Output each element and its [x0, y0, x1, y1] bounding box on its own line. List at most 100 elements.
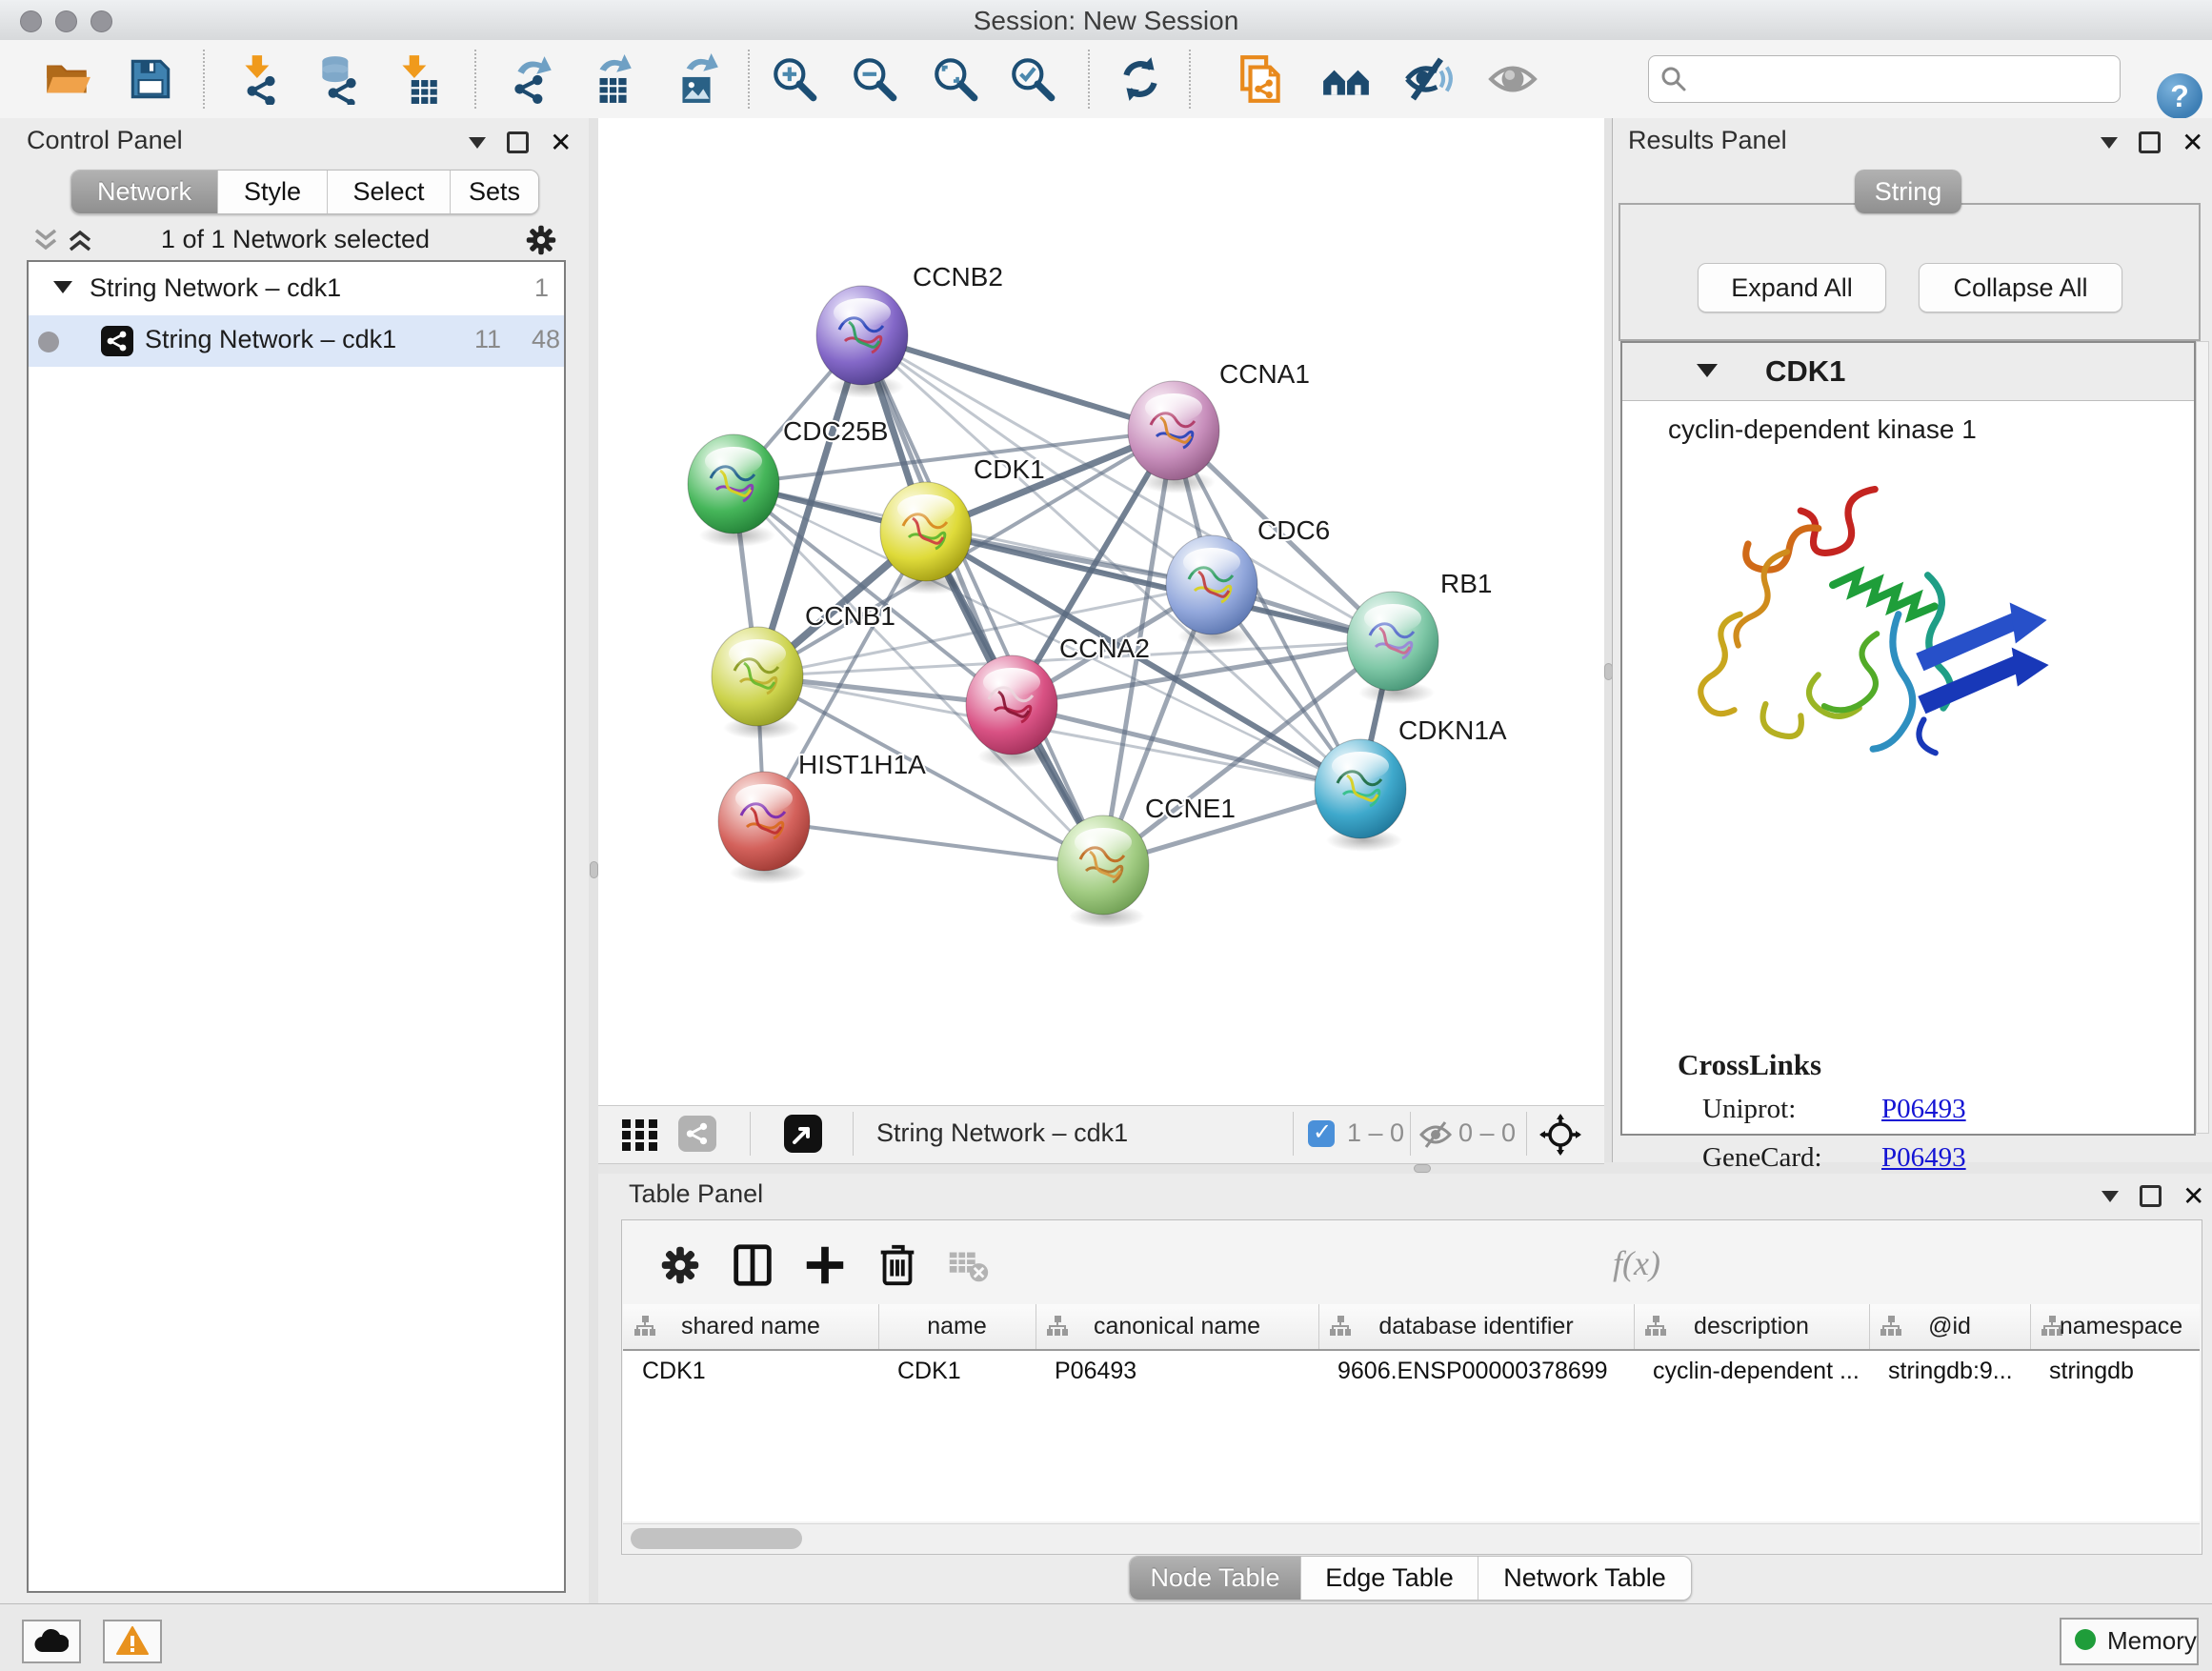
search-input[interactable]: [1695, 60, 2108, 96]
add-column-icon[interactable]: [801, 1241, 849, 1289]
column-header--id[interactable]: @id: [1869, 1304, 2031, 1349]
grid-view-icon[interactable]: [622, 1119, 660, 1152]
export-network-icon[interactable]: [506, 53, 557, 105]
column-header-namespace[interactable]: namespace: [2030, 1304, 2200, 1349]
network-row-selected[interactable]: String Network – cdk1 11 48: [29, 315, 564, 367]
collapse-all-icon[interactable]: [32, 227, 59, 253]
collapse-panel-icon[interactable]: [2101, 137, 2118, 149]
import-network-file-icon[interactable]: [234, 53, 286, 105]
status-bar: Memory: [0, 1603, 2212, 1671]
collapse-panel-icon[interactable]: [2101, 1191, 2119, 1202]
table-cell[interactable]: CDK1: [897, 1358, 1028, 1385]
export-table-icon[interactable]: [586, 53, 637, 105]
column-header-shared-name[interactable]: shared name: [623, 1304, 879, 1349]
tab-select[interactable]: Select: [328, 171, 451, 213]
column-header-database-identifier[interactable]: database identifier: [1318, 1304, 1635, 1349]
table-cell[interactable]: CDK1: [642, 1358, 871, 1385]
expand-all-icon[interactable]: [67, 227, 93, 253]
tab-style[interactable]: Style: [218, 171, 328, 213]
table-cell[interactable]: stringdb: [2049, 1358, 2200, 1385]
network-collection-row[interactable]: String Network – cdk1 1: [29, 264, 564, 315]
zoom-fit-icon[interactable]: [930, 53, 981, 105]
selected-checkbox-icon[interactable]: [1308, 1120, 1335, 1147]
crosslink-link[interactable]: P06493: [1881, 1142, 1966, 1174]
entry-expand-icon[interactable]: [1697, 364, 1718, 377]
warnings-button[interactable]: [103, 1620, 162, 1663]
open-session-icon[interactable]: [42, 53, 93, 105]
tree-expand-icon[interactable]: [53, 281, 72, 293]
edge-HIST1H1A-CCNE1[interactable]: [764, 821, 1103, 865]
collapse-panel-icon[interactable]: [469, 137, 486, 149]
table-horizontal-scrollbar[interactable]: [623, 1523, 2200, 1553]
export-image-icon[interactable]: [671, 53, 722, 105]
refresh-icon[interactable]: [1115, 53, 1166, 105]
import-table-icon[interactable]: [392, 53, 443, 105]
collapse-all-button[interactable]: Collapse All: [1919, 263, 2122, 312]
float-panel-icon[interactable]: [2140, 1185, 2162, 1207]
zoom-selected-icon[interactable]: [1007, 53, 1058, 105]
column-header-canonical-name[interactable]: canonical name: [1036, 1304, 1319, 1349]
vertical-splitter[interactable]: [589, 118, 598, 1603]
memory-button[interactable]: Memory: [2060, 1618, 2199, 1665]
results-scrollbar[interactable]: [2196, 341, 2209, 1134]
node-CDC6[interactable]: CDC6: [1166, 515, 1330, 648]
collection-count: 1: [534, 273, 549, 303]
expand-all-button[interactable]: Expand All: [1698, 263, 1886, 312]
network-node-count: 11: [474, 325, 501, 354]
table-header-row: shared namenamecanonical namedatabase id…: [623, 1304, 2200, 1351]
node-RB1[interactable]: RB1: [1347, 569, 1492, 704]
close-panel-icon[interactable]: [550, 133, 572, 152]
tab-edge-table[interactable]: Edge Table: [1301, 1557, 1478, 1600]
delete-table-icon[interactable]: [944, 1241, 992, 1289]
delete-column-icon[interactable]: [874, 1241, 921, 1289]
gear-icon[interactable]: [656, 1241, 704, 1289]
table-cell[interactable]: stringdb:9...: [1888, 1358, 2022, 1385]
zoom-out-icon[interactable]: [849, 53, 900, 105]
tab-node-table[interactable]: Node Table: [1130, 1557, 1301, 1600]
node-CDKN1A[interactable]: CDKN1A: [1315, 715, 1507, 852]
vertical-splitter[interactable]: [1604, 118, 1612, 1162]
table-cell[interactable]: cyclin-dependent ...: [1653, 1358, 1861, 1385]
clone-network-icon[interactable]: [1237, 53, 1288, 105]
table-cell[interactable]: 9606.ENSP00000378699: [1337, 1358, 1626, 1385]
close-panel-icon[interactable]: [2182, 1187, 2204, 1206]
tab-network[interactable]: Network: [71, 171, 218, 213]
tab-string[interactable]: String: [1855, 170, 1961, 213]
show-columns-icon[interactable]: [729, 1241, 776, 1289]
save-session-icon[interactable]: [125, 53, 176, 105]
node-table[interactable]: shared namenamecanonical namedatabase id…: [623, 1304, 2200, 1521]
node-HIST1H1A[interactable]: HIST1H1A: [718, 750, 926, 884]
birds-eye-view-icon[interactable]: [784, 1115, 822, 1153]
close-panel-icon[interactable]: [2182, 133, 2203, 152]
tab-sets[interactable]: Sets: [451, 171, 538, 213]
float-panel-icon[interactable]: [2139, 131, 2161, 153]
search-field[interactable]: [1648, 55, 2121, 103]
edge-CCNB2-CCNE1[interactable]: [862, 335, 1103, 865]
first-neighbors-icon[interactable]: [1320, 53, 1372, 105]
tab-network-table[interactable]: Network Table: [1478, 1557, 1691, 1600]
cloud-status-button[interactable]: [22, 1620, 81, 1663]
column-header-name[interactable]: name: [878, 1304, 1036, 1349]
show-all-icon[interactable]: [1487, 53, 1538, 105]
gear-icon[interactable]: [524, 223, 558, 257]
search-icon: [1659, 64, 1689, 94]
node-CCNE1[interactable]: CCNE1: [1057, 794, 1236, 928]
hide-selected-icon[interactable]: [1403, 53, 1455, 105]
float-panel-icon[interactable]: [507, 131, 529, 153]
help-icon[interactable]: ?: [2157, 73, 2202, 119]
edge-CCNB2-CCNA1[interactable]: [862, 335, 1174, 431]
column-header-description[interactable]: description: [1634, 1304, 1870, 1349]
result-entry-header[interactable]: CDK1: [1622, 343, 2194, 401]
selected-count: 1 – 0: [1347, 1118, 1404, 1148]
toolbar-separator: [203, 50, 205, 109]
network-canvas[interactable]: CCNB2CCNA1CDC25BCDK1CDC6RB1CCNB1CCNA2CDK…: [598, 118, 1604, 1105]
crosshair-icon[interactable]: [1539, 1114, 1581, 1156]
table-cell[interactable]: P06493: [1055, 1358, 1311, 1385]
network-graph[interactable]: CCNB2CCNA1CDC25BCDK1CDC6RB1CCNB1CCNA2CDK…: [598, 118, 1604, 1105]
window-title: Session: New Session: [0, 6, 2212, 36]
crosslink-link[interactable]: P06493: [1881, 1094, 1966, 1125]
network-view-icon[interactable]: [678, 1116, 716, 1152]
scrollbar-thumb[interactable]: [631, 1528, 802, 1549]
zoom-in-icon[interactable]: [769, 53, 820, 105]
import-network-database-icon[interactable]: [313, 53, 365, 105]
